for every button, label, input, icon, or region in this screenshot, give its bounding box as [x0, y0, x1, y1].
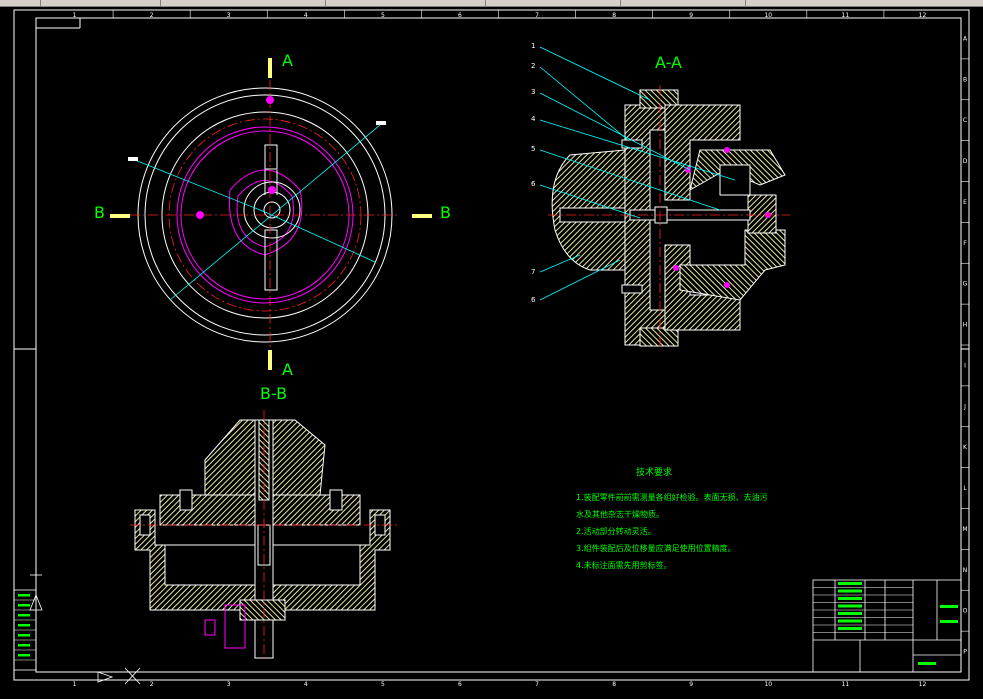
leader-number: 6: [531, 296, 536, 304]
border-row-label: K: [963, 444, 968, 451]
border-row-label: O: [963, 608, 968, 615]
border-row-label: N: [963, 567, 968, 574]
title-block-entry: [838, 627, 862, 630]
border-row-markers: A B C D E F G H I J K L M N O P: [961, 35, 969, 656]
title-block-entry: [838, 604, 862, 608]
section-label-a-top: A: [282, 51, 293, 70]
border-row-label: G: [963, 281, 968, 288]
border-column-label: 4: [304, 681, 308, 688]
tech-req-line: 2.活动部分转动灵活。: [576, 526, 656, 536]
leader-number: 4: [531, 115, 536, 123]
border-row-label: P: [963, 649, 967, 656]
border-column-label: 9: [689, 12, 693, 19]
border-column-label: 1: [73, 12, 77, 19]
border-row-label: D: [963, 158, 968, 165]
tech-req-line: 4.未标注面需先用剪标签。: [576, 560, 672, 570]
top-view: A A B B: [94, 51, 451, 379]
border-column-label: 6: [458, 681, 462, 688]
border-column-label: 7: [535, 12, 539, 19]
border-column-label: 12: [919, 681, 927, 688]
technical-requirements: 技术要求 1.装配零件前前需测量各组好检验。表面无损、去油污 水及其他杂志干燥物…: [576, 466, 768, 570]
view-aa-title: A-A: [655, 53, 682, 72]
section-view-aa: A-A 1 2 3 4 5 6 7 6: [531, 42, 790, 350]
ucs-icon: [29, 570, 141, 685]
legend-entry: [18, 614, 30, 617]
border-column-label: 5: [381, 681, 385, 688]
border-column-label: 8: [612, 12, 616, 19]
title-block-entry: [838, 619, 862, 623]
title-block-entry: [918, 662, 936, 665]
tech-req-title: 技术要求: [636, 466, 672, 478]
legend-entry: [18, 604, 30, 607]
section-view-bb: B-B: [130, 384, 400, 662]
legend-entry: [18, 644, 30, 647]
section-label-b-left: B: [94, 203, 105, 222]
border-row-label: C: [963, 117, 967, 124]
border-column-label: 2: [150, 681, 154, 688]
border-column-label: 7: [535, 681, 539, 688]
border-row-label: J: [963, 403, 966, 410]
border-row-label: B: [963, 76, 967, 83]
title-block: [812, 579, 962, 673]
border-column-label: 8: [612, 681, 616, 688]
border-row-label: A: [963, 35, 968, 42]
section-label-b-right: B: [440, 203, 451, 222]
border-column-label: 11: [842, 681, 850, 688]
border-row-label: M: [962, 526, 967, 533]
legend-entry: [18, 634, 30, 637]
border-row-label: E: [963, 199, 967, 206]
border-column-label: 3: [227, 12, 231, 19]
border-row-label: H: [963, 322, 968, 329]
border-column-label: 2: [150, 12, 154, 19]
border-row-label: F: [963, 240, 967, 247]
tech-req-line: 1.装配零件前前需测量各组好检验。表面无损、去油污: [576, 492, 768, 502]
border-row-label: L: [963, 485, 967, 492]
title-block-entry: [838, 612, 862, 615]
title-block-entry: [838, 589, 862, 593]
leader-number: 6: [531, 180, 536, 188]
border-column-label: 12: [919, 12, 927, 19]
section-label-a-bottom: A: [282, 360, 293, 379]
tech-req-line: 3.组件装配后及位移量应满足使用位置精度。: [576, 543, 736, 553]
legend-entry: [18, 654, 30, 657]
border-column-label: 1: [73, 681, 77, 688]
leader-number: 3: [531, 88, 535, 96]
tech-req-line: 水及其他杂志干燥物质。: [576, 509, 664, 519]
leader-number: 5: [531, 145, 535, 153]
leader-number: 7: [531, 268, 535, 276]
cad-drawing-canvas[interactable]: 112233445566778899101011111212 ABCDEFGHI…: [0, 6, 983, 699]
title-block-entry: [940, 605, 958, 608]
border-column-label: 10: [764, 12, 772, 19]
border-column-label: 4: [304, 12, 308, 19]
legend-entry: [18, 624, 30, 627]
border-row-label: I: [964, 362, 966, 369]
title-block-entry: [838, 582, 862, 585]
border-column-label: 5: [381, 12, 385, 19]
title-block-entry: [940, 620, 958, 623]
view-bb-title: B-B: [260, 384, 287, 403]
border-column-label: 11: [842, 12, 850, 19]
border-column-label: 9: [689, 681, 693, 688]
leader-number: 1: [531, 42, 535, 50]
border-column-label: 10: [764, 681, 772, 688]
title-block-entry: [838, 597, 862, 600]
legend-entry: [18, 594, 30, 597]
border-column-label: 3: [227, 681, 231, 688]
border-column-label: 6: [458, 12, 462, 19]
leader-number: 2: [531, 62, 535, 70]
